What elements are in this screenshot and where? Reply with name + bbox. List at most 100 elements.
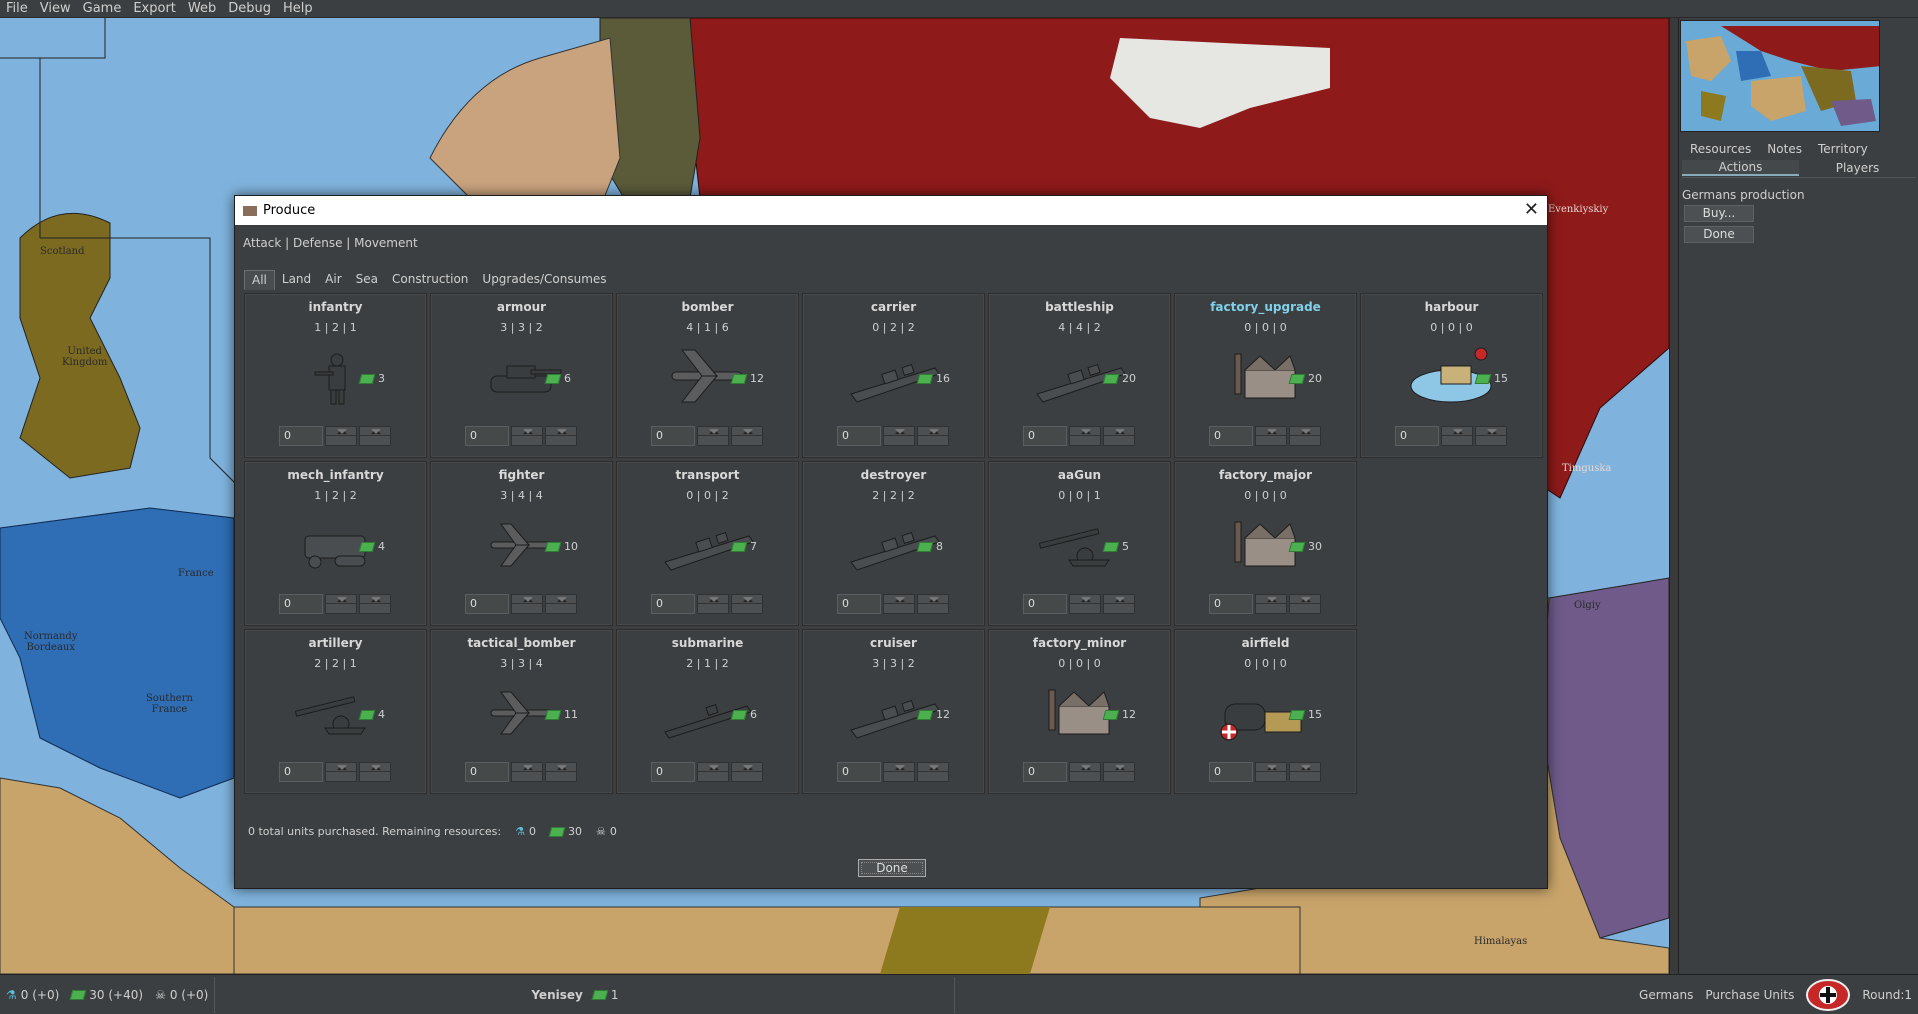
increment-max-button[interactable] — [917, 762, 949, 782]
quantity-input[interactable]: 0 — [465, 594, 509, 614]
menu-web[interactable]: Web — [182, 0, 222, 18]
tab-notes[interactable]: Notes — [1759, 142, 1810, 156]
arrow-down-icon — [326, 427, 356, 436]
increment-button[interactable] — [511, 426, 543, 446]
unit-cell-tactical-bomber: tactical_bomber 3 | 3 | 4 11 0 — [430, 629, 613, 794]
tab-construction[interactable]: Construction — [385, 270, 475, 290]
arrow-down-icon — [884, 763, 914, 772]
tab-resources[interactable]: Resources — [1682, 142, 1759, 156]
quantity-input[interactable]: 0 — [651, 594, 695, 614]
unit-stats: 0 | 0 | 2 — [686, 489, 729, 502]
tab-sea[interactable]: Sea — [349, 270, 385, 290]
tab-land[interactable]: Land — [275, 270, 318, 290]
increment-button[interactable] — [697, 426, 729, 446]
increment-button[interactable] — [1255, 762, 1287, 782]
menu-debug[interactable]: Debug — [222, 0, 277, 18]
quantity-input[interactable]: 0 — [465, 426, 509, 446]
quantity-input[interactable]: 0 — [1023, 426, 1067, 446]
unit-cost-value: 10 — [564, 540, 578, 553]
increment-max-button[interactable] — [1289, 594, 1321, 614]
dialog-titlebar[interactable]: Produce ✕ — [235, 196, 1547, 225]
increment-max-button[interactable] — [545, 426, 577, 446]
increment-button[interactable] — [883, 762, 915, 782]
quantity-input[interactable]: 0 — [837, 594, 881, 614]
increment-max-button[interactable] — [1475, 426, 1507, 446]
menu-help[interactable]: Help — [277, 0, 319, 18]
increment-button[interactable] — [1255, 594, 1287, 614]
tab-upgrades-consumes[interactable]: Upgrades/Consumes — [475, 270, 613, 290]
quantity-input[interactable]: 0 — [1023, 594, 1067, 614]
money-icon — [358, 373, 376, 384]
increment-button[interactable] — [325, 426, 357, 446]
menu-view[interactable]: View — [34, 0, 77, 18]
increment-button[interactable] — [883, 426, 915, 446]
increment-max-button[interactable] — [359, 762, 391, 782]
tab-territory[interactable]: Territory — [1810, 142, 1876, 156]
increment-max-button[interactable] — [731, 426, 763, 446]
unit-name: artillery — [308, 636, 363, 650]
unit-stats: 1 | 2 | 1 — [314, 321, 357, 334]
tab-players[interactable]: Players — [1799, 161, 1916, 175]
tab-actions[interactable]: Actions — [1682, 159, 1799, 176]
increment-max-button[interactable] — [545, 762, 577, 782]
increment-max-button[interactable] — [917, 594, 949, 614]
increment-max-button[interactable] — [917, 426, 949, 446]
increment-button[interactable] — [1069, 594, 1101, 614]
quantity-stepper: 0 — [279, 594, 391, 614]
increment-max-button[interactable] — [545, 594, 577, 614]
increment-button[interactable] — [1441, 426, 1473, 446]
increment-button[interactable] — [1069, 426, 1101, 446]
increment-button[interactable] — [325, 594, 357, 614]
panel-splitter[interactable] — [1669, 18, 1679, 974]
quantity-input[interactable]: 0 — [837, 426, 881, 446]
increment-button[interactable] — [883, 594, 915, 614]
unit-stats: 0 | 0 | 0 — [1058, 657, 1101, 670]
increment-button[interactable] — [1255, 426, 1287, 446]
increment-button[interactable] — [511, 762, 543, 782]
increment-max-button[interactable] — [359, 426, 391, 446]
increment-button[interactable] — [697, 594, 729, 614]
quantity-input[interactable]: 0 — [1395, 426, 1439, 446]
menu-export[interactable]: Export — [127, 0, 182, 18]
quantity-input[interactable]: 0 — [279, 426, 323, 446]
quantity-input[interactable]: 0 — [1209, 762, 1253, 782]
quantity-input[interactable]: 0 — [837, 762, 881, 782]
quantity-input[interactable]: 0 — [279, 762, 323, 782]
increment-max-button[interactable] — [1103, 594, 1135, 614]
quantity-input[interactable]: 0 — [1023, 762, 1067, 782]
increment-max-button[interactable] — [1289, 762, 1321, 782]
menu-game[interactable]: Game — [77, 0, 128, 18]
increment-max-button[interactable] — [1103, 426, 1135, 446]
increment-button[interactable] — [697, 762, 729, 782]
unit-cost: 12 — [916, 708, 950, 721]
arrow-down-icon — [1070, 595, 1100, 604]
quantity-input[interactable]: 0 — [1209, 594, 1253, 614]
quantity-input[interactable]: 0 — [1209, 426, 1253, 446]
map-label-timguska: Timguska — [1562, 463, 1612, 474]
increment-max-button[interactable] — [1103, 762, 1135, 782]
unit-cost: 6 — [730, 708, 757, 721]
increment-button[interactable] — [1069, 762, 1101, 782]
quantity-input[interactable]: 0 — [465, 762, 509, 782]
quantity-input[interactable]: 0 — [279, 594, 323, 614]
tab-all[interactable]: All — [244, 270, 275, 290]
quantity-stepper: 0 — [837, 594, 949, 614]
dialog-done-button[interactable]: Done — [858, 859, 926, 877]
quantity-stepper: 0 — [837, 762, 949, 782]
increment-button[interactable] — [325, 762, 357, 782]
increment-max-button[interactable] — [731, 762, 763, 782]
minimap[interactable] — [1680, 20, 1880, 132]
close-icon[interactable]: ✕ — [1524, 200, 1539, 220]
purchase-summary: 0 total units purchased. Remaining resou… — [248, 825, 617, 838]
buy-button[interactable]: Buy... — [1684, 205, 1754, 222]
menu-file[interactable]: File — [0, 0, 34, 18]
increment-max-button[interactable] — [731, 594, 763, 614]
tab-air[interactable]: Air — [318, 270, 348, 290]
increment-max-button[interactable] — [1289, 426, 1321, 446]
increment-button[interactable] — [511, 594, 543, 614]
panel-done-button[interactable]: Done — [1684, 226, 1754, 243]
quantity-input[interactable]: 0 — [651, 762, 695, 782]
increment-max-button[interactable] — [359, 594, 391, 614]
remaining-pus-value: 30 — [567, 825, 582, 838]
quantity-input[interactable]: 0 — [651, 426, 695, 446]
